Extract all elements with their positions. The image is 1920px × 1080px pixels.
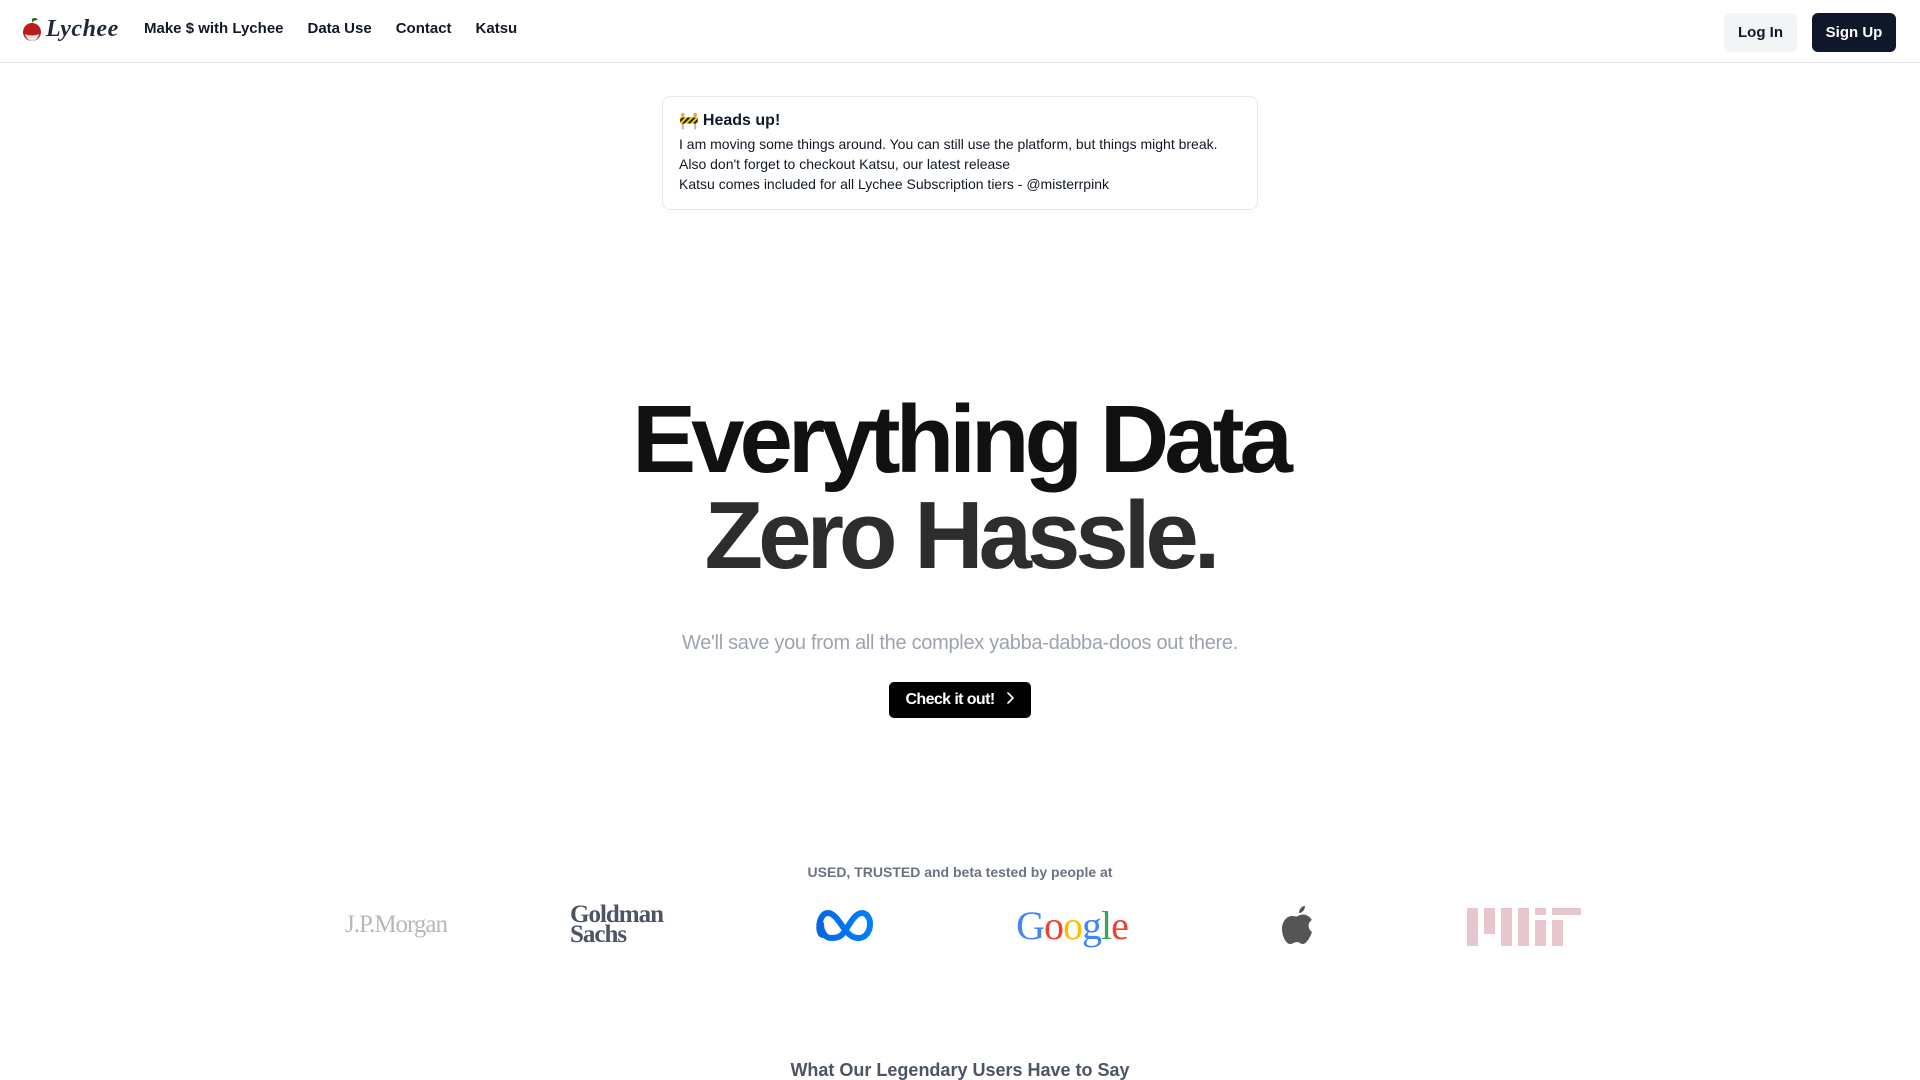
- hero-title: Everything Data Zero Hassle.: [0, 392, 1920, 584]
- alert-title-row: 🚧 Heads up!: [679, 111, 1241, 131]
- trusted-by-label: USED, TRUSTED and beta tested by people …: [807, 864, 1113, 880]
- hero-subtitle: We'll save you from all the complex yabb…: [682, 632, 1238, 654]
- goldman-sachs-logo: Goldman Sachs: [570, 900, 676, 950]
- alert-title: Heads up!: [702, 112, 781, 129]
- login-button[interactable]: Log In: [1724, 13, 1797, 52]
- nav-link-make-money[interactable]: Make $ with Lychee: [144, 20, 284, 37]
- hero-title-line-1: Everything Data: [632, 386, 1293, 493]
- google-letter-o2: o: [1063, 902, 1083, 948]
- check-it-out-button[interactable]: Check it out!: [889, 682, 1031, 718]
- nav-link-katsu[interactable]: Katsu: [476, 20, 518, 37]
- heads-up-alert: 🚧 Heads up! I am moving some things arou…: [662, 96, 1258, 210]
- mit-logo-icon: [1466, 900, 1582, 950]
- google-letter-g: G: [1016, 902, 1045, 948]
- signup-button[interactable]: Sign Up: [1812, 13, 1896, 52]
- apple-logo-icon: [1276, 900, 1320, 950]
- google-letter-o1: o: [1044, 902, 1064, 948]
- google-letter-e: e: [1111, 902, 1129, 948]
- meta-logo-icon: [814, 900, 878, 950]
- alert-line-2: Also don't forget to checkout Katsu, our…: [679, 156, 1011, 172]
- nav-link-data-use[interactable]: Data Use: [308, 20, 372, 37]
- google-letter-l: l: [1101, 902, 1112, 948]
- alert-line-1: I am moving some things around. You can …: [679, 136, 1218, 152]
- cta-label: Check it out!: [905, 691, 995, 708]
- google-logo: G o o g l e: [1014, 900, 1130, 950]
- hero-title-line-2: Zero Hassle.: [704, 482, 1221, 589]
- testimonials-heading: What Our Legendary Users Have to Say: [790, 1060, 1130, 1080]
- lychee-fruit-icon: [22, 17, 42, 43]
- brand-logo-link[interactable]: Lychee: [22, 16, 119, 43]
- chevron-right-icon: [1005, 691, 1015, 709]
- alert-line-3: Katsu comes included for all Lychee Subs…: [679, 176, 1109, 192]
- google-letter-g2: g: [1082, 902, 1102, 948]
- nav-link-contact[interactable]: Contact: [396, 20, 452, 37]
- construction-icon: 🚧: [679, 113, 699, 130]
- brand-name: Lychee: [46, 16, 119, 42]
- nav-links: Make $ with Lychee Data Use Contact Kats…: [144, 20, 517, 37]
- goldman-line-2: Sachs: [570, 921, 627, 948]
- jpmorgan-logo: J.P.Morgan: [344, 911, 448, 938]
- top-nav: Lychee Make $ with Lychee Data Use Conta…: [0, 0, 1920, 63]
